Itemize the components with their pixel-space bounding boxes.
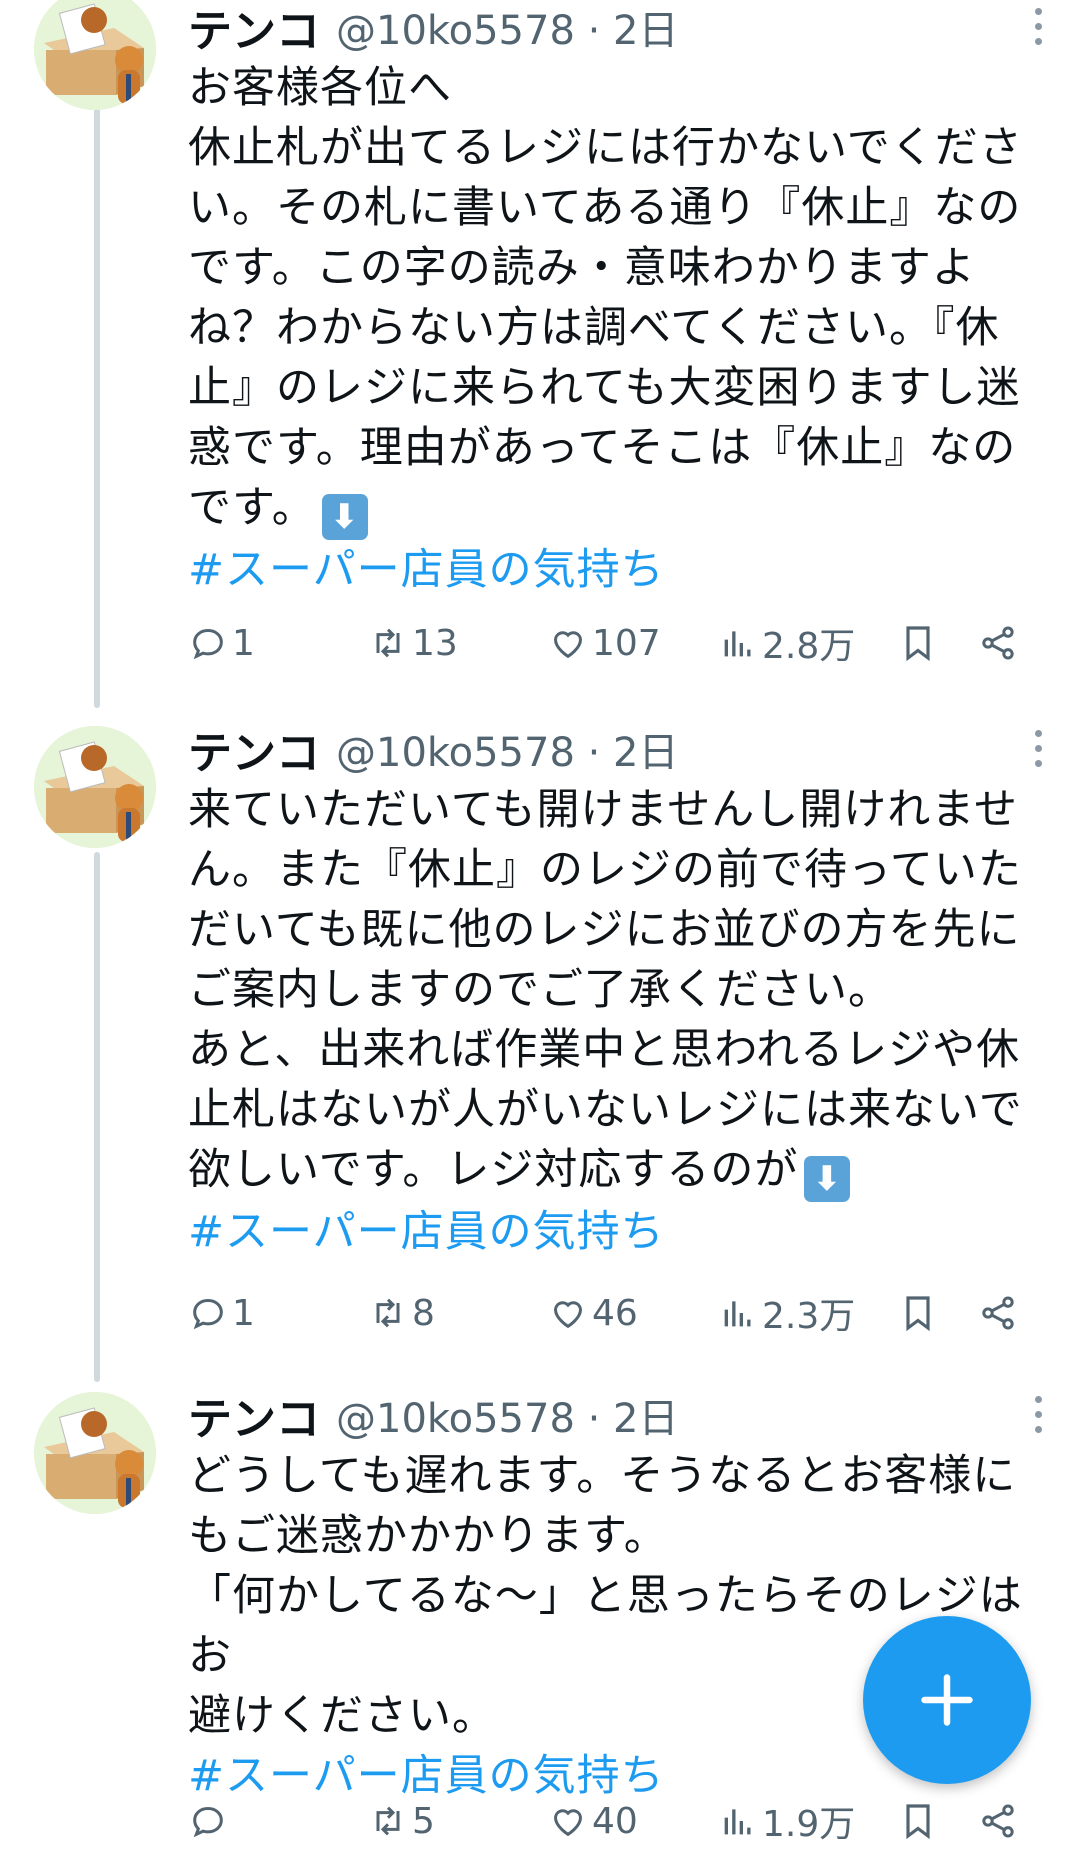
thread-line [94, 852, 100, 1382]
like-icon [553, 631, 583, 659]
retweet-icon [376, 1806, 400, 1836]
views-count: 1.9万 [762, 1804, 856, 1845]
bookmark-icon [906, 1804, 930, 1840]
down-arrow-emoji-icon: ⬇ [804, 1156, 851, 1202]
tweet-actions: 1 8 46 2.3万 [188, 1288, 1048, 1338]
views-count: 2.3万 [762, 1296, 856, 1337]
share-button[interactable] [978, 623, 1018, 663]
reply-icon [193, 628, 223, 660]
avatar-image [34, 726, 156, 848]
views-button[interactable]: 2.3万 [718, 1287, 855, 1339]
compose-plus-icon [921, 1674, 973, 1726]
retweet-icon [376, 628, 400, 658]
retweet-button[interactable]: 5 [368, 1801, 435, 1842]
tweet-header: テンコ @10ko5578 · 2日 [188, 1388, 1048, 1445]
tweet-text-body: 来ていただいても開けませんし開けれませ ん。また『休止』のレジの前で待っていた … [188, 785, 1023, 1195]
tweet-text: お客様各位へ 休止札が出てるレジには行かないでくださ い。その札に書いてある通り… [188, 58, 1048, 540]
avatar[interactable] [34, 0, 156, 110]
retweet-icon [376, 1298, 400, 1328]
share-icon [982, 1804, 1014, 1838]
tweet-text: 来ていただいても開けませんし開けれませ ん。また『休止』のレジの前で待っていた … [188, 780, 1048, 1202]
display-name[interactable]: テンコ [188, 717, 320, 781]
like-count: 46 [592, 1292, 638, 1334]
share-button[interactable] [978, 1293, 1018, 1333]
views-count: 2.8万 [762, 626, 856, 667]
reply-button[interactable]: 1 [188, 623, 255, 664]
avatar-image [34, 1392, 156, 1514]
views-button[interactable]: 2.8万 [718, 617, 855, 669]
views-icon [724, 631, 751, 657]
tweet-text-body: お客様各位へ 休止札が出てるレジには行かないでくださ い。その札に書いてある通り… [188, 63, 1023, 533]
more-icon[interactable] [1028, 730, 1048, 767]
display-name[interactable]: テンコ [188, 0, 320, 59]
retweet-button[interactable]: 8 [368, 1293, 435, 1334]
views-icon [724, 1809, 751, 1835]
share-icon [982, 1296, 1014, 1330]
avatar[interactable] [34, 1392, 156, 1514]
like-button[interactable]: 107 [548, 623, 661, 664]
reply-icon [193, 1806, 223, 1838]
views-button[interactable]: 1.9万 [718, 1795, 855, 1847]
views-icon [724, 1301, 751, 1327]
more-icon[interactable] [1028, 8, 1048, 45]
like-button[interactable]: 40 [548, 1801, 638, 1842]
reply-icon [193, 1298, 223, 1330]
like-count: 40 [592, 1800, 638, 1842]
reply-button[interactable]: 1 [188, 1293, 255, 1334]
handle-and-time: @10ko5578 · 2日 [336, 730, 679, 776]
like-count: 107 [592, 622, 661, 664]
reply-button[interactable] [188, 1801, 232, 1841]
like-icon [553, 1809, 583, 1837]
retweet-button[interactable]: 13 [368, 623, 458, 664]
avatar-image [34, 0, 156, 110]
reply-count: 1 [232, 1292, 255, 1334]
hashtag-link[interactable]: #スーパー店員の気持ち [188, 540, 1048, 600]
more-icon[interactable] [1028, 1396, 1048, 1433]
bookmark-button[interactable] [898, 1801, 938, 1841]
reply-count: 1 [232, 622, 255, 664]
retweet-count: 13 [412, 622, 458, 664]
bookmark-icon [906, 1296, 930, 1332]
retweet-count: 5 [412, 1800, 435, 1842]
handle-and-time: @10ko5578 · 2日 [336, 8, 679, 54]
tweet-actions: 5 40 1.9万 [188, 1796, 1048, 1846]
like-button[interactable]: 46 [548, 1293, 638, 1334]
tweet-actions: 1 13 107 2.8万 [188, 618, 1048, 668]
like-icon [553, 1301, 583, 1329]
share-button[interactable] [978, 1801, 1018, 1841]
display-name[interactable]: テンコ [188, 1383, 320, 1447]
tweet-header: テンコ @10ko5578 · 2日 [188, 0, 1048, 57]
thread-line [94, 108, 100, 708]
tweet-header: テンコ @10ko5578 · 2日 [188, 722, 1048, 779]
bookmark-button[interactable] [898, 1293, 938, 1333]
bookmark-icon [906, 626, 930, 662]
down-arrow-emoji-icon: ⬇ [321, 494, 368, 540]
handle-and-time: @10ko5578 · 2日 [336, 1396, 679, 1442]
avatar[interactable] [34, 726, 156, 848]
share-icon [982, 626, 1014, 660]
compose-button[interactable] [863, 1616, 1031, 1784]
bookmark-button[interactable] [898, 623, 938, 663]
hashtag-link[interactable]: #スーパー店員の気持ち [188, 1202, 1048, 1262]
retweet-count: 8 [412, 1292, 435, 1334]
